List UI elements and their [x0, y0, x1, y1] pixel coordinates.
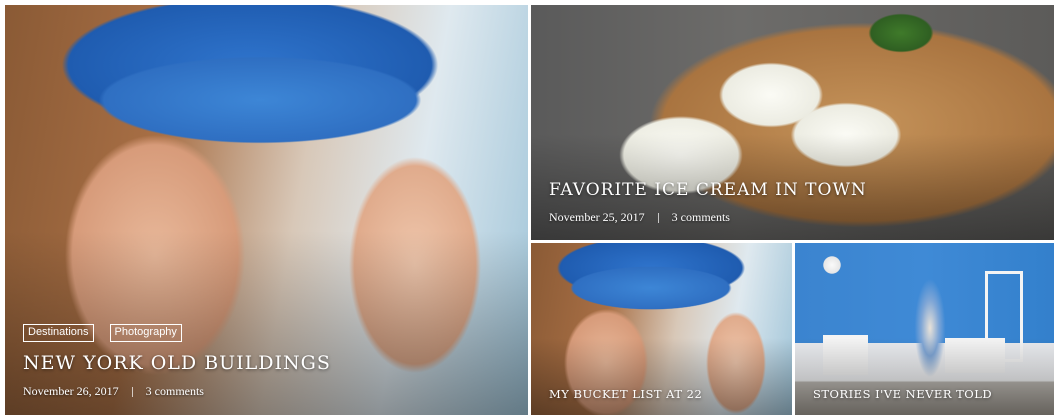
post-meta: Destinations Photography NEW YORK OLD BU… — [23, 324, 331, 399]
image-overlay — [795, 337, 1054, 415]
image-overlay — [531, 337, 792, 415]
category-tag-photography[interactable]: Photography — [109, 324, 182, 342]
post-meta: STORIES I'VE NEVER TOLD — [813, 387, 992, 401]
post-meta: MY BUCKET LIST AT 22 — [549, 387, 702, 401]
post-title[interactable]: NEW YORK OLD BUILDINGS — [23, 352, 331, 374]
post-byline: November 26, 2017 3 comments — [23, 384, 331, 399]
post-title[interactable]: STORIES I'VE NEVER TOLD — [813, 387, 992, 401]
post-byline: November 25, 2017 3 comments — [549, 210, 867, 225]
byline-divider — [131, 386, 133, 397]
post-comments-link[interactable]: 3 comments — [672, 210, 730, 225]
featured-post-card-new-york[interactable]: Destinations Photography NEW YORK OLD BU… — [5, 5, 528, 415]
featured-post-card-bucket-list[interactable]: MY BUCKET LIST AT 22 — [531, 243, 792, 415]
featured-posts-grid: Destinations Photography NEW YORK OLD BU… — [0, 0, 1059, 420]
featured-post-card-stories[interactable]: STORIES I'VE NEVER TOLD — [795, 243, 1054, 415]
category-tag-destinations[interactable]: Destinations — [23, 324, 94, 342]
post-date[interactable]: November 25, 2017 — [549, 210, 645, 225]
byline-divider — [657, 212, 659, 223]
post-meta: FAVORITE ICE CREAM IN TOWN November 25, … — [549, 180, 867, 225]
post-title[interactable]: MY BUCKET LIST AT 22 — [549, 387, 702, 401]
post-comments-link[interactable]: 3 comments — [146, 384, 204, 399]
post-title[interactable]: FAVORITE ICE CREAM IN TOWN — [549, 180, 867, 200]
featured-post-card-ice-cream[interactable]: FAVORITE ICE CREAM IN TOWN November 25, … — [531, 5, 1054, 240]
post-date[interactable]: November 26, 2017 — [23, 384, 119, 399]
category-tags: Destinations Photography — [23, 324, 331, 342]
